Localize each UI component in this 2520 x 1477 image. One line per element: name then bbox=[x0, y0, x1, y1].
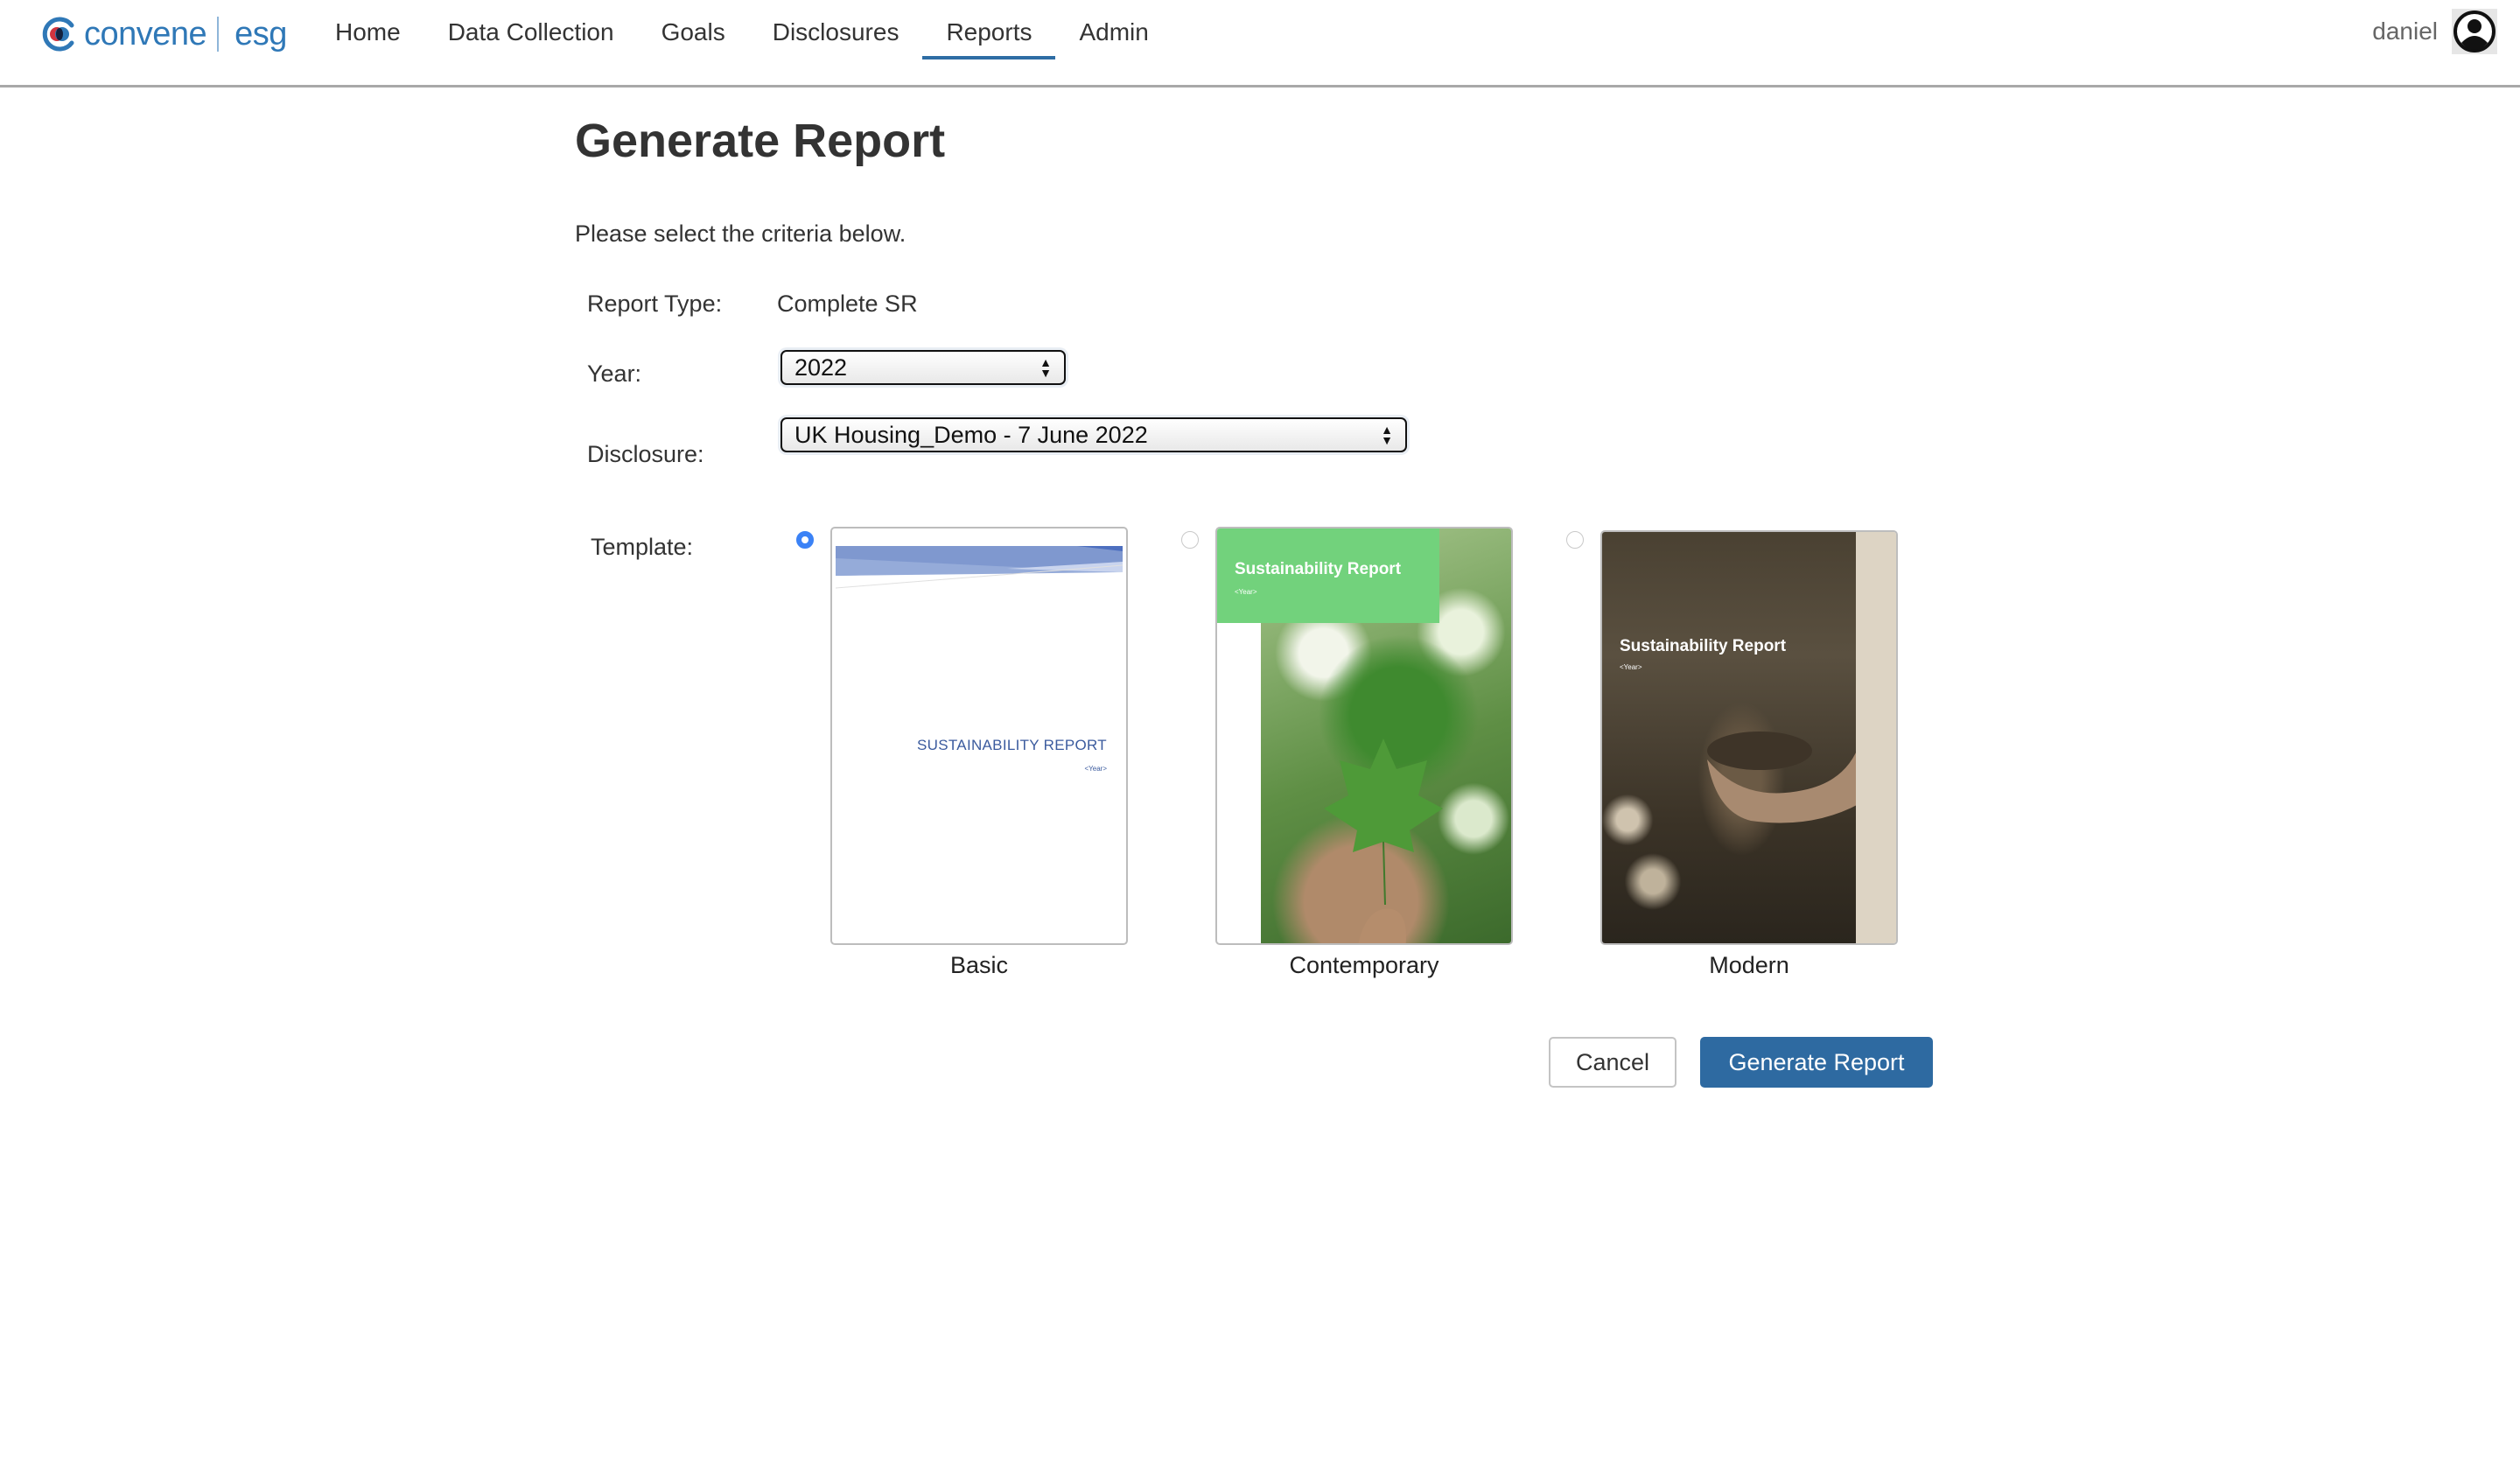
contemporary-title-band: Sustainability Report <Year> bbox=[1217, 528, 1439, 623]
nav-reports[interactable]: Reports bbox=[922, 7, 1056, 60]
logo-divider bbox=[217, 17, 220, 52]
disclosure-select-value: UK Housing_Demo - 7 June 2022 bbox=[794, 421, 1148, 448]
page-title: Generate Report bbox=[575, 115, 946, 167]
leaf-icon bbox=[1324, 738, 1443, 943]
app-logo[interactable]: convene esg bbox=[40, 12, 287, 56]
intro-text: Please select the criteria below. bbox=[575, 220, 906, 247]
year-select-value: 2022 bbox=[794, 354, 848, 381]
template-label: Template: bbox=[591, 534, 694, 560]
template-radio-modern[interactable] bbox=[1566, 531, 1584, 549]
template-caption-modern: Modern bbox=[1709, 952, 1789, 978]
template-card-basic[interactable]: SUSTAINABILITY REPORT <Year> bbox=[830, 527, 1128, 945]
report-type-value: Complete SR bbox=[777, 290, 918, 317]
disclosure-select[interactable]: UK Housing_Demo - 7 June 2022 ▲ ▼ bbox=[780, 417, 1407, 452]
modern-cover-title: Sustainability Report bbox=[1620, 637, 1787, 655]
logo-brand-text: convene bbox=[84, 15, 207, 52]
disclosure-label: Disclosure: bbox=[587, 441, 704, 467]
convene-logo-icon bbox=[42, 17, 74, 52]
user-circle-icon bbox=[2454, 10, 2496, 52]
user-name: daniel bbox=[2372, 18, 2438, 45]
year-label: Year: bbox=[587, 360, 642, 387]
template-radio-contemporary[interactable] bbox=[1181, 531, 1199, 549]
select-arrows-icon: ▲ ▼ bbox=[1381, 423, 1393, 447]
logo-product-text: esg bbox=[234, 15, 287, 52]
cancel-button[interactable]: Cancel bbox=[1549, 1037, 1676, 1088]
contemporary-cover-year: <Year> bbox=[1235, 588, 1257, 596]
template-radio-basic[interactable] bbox=[796, 531, 814, 549]
nav-goals[interactable]: Goals bbox=[638, 7, 749, 58]
nav-admin[interactable]: Admin bbox=[1055, 7, 1172, 58]
modern-side-strip bbox=[1856, 532, 1896, 943]
basic-cover-banner bbox=[835, 546, 1124, 589]
template-caption-contemporary: Contemporary bbox=[1289, 952, 1439, 978]
contemporary-cover-title: Sustainability Report bbox=[1235, 560, 1402, 578]
nav-home[interactable]: Home bbox=[312, 7, 424, 58]
report-type-label: Report Type: bbox=[587, 290, 723, 317]
main-nav: Home Data Collection Goals Disclosures R… bbox=[312, 0, 1172, 70]
avatar[interactable] bbox=[2452, 9, 2497, 54]
template-caption-basic: Basic bbox=[949, 952, 1009, 978]
template-card-modern[interactable]: Sustainability Report <Year> bbox=[1600, 530, 1898, 945]
nav-data-collection[interactable]: Data Collection bbox=[424, 7, 638, 58]
user-menu[interactable]: daniel bbox=[2372, 9, 2497, 54]
template-card-contemporary[interactable]: Sustainability Report <Year> bbox=[1215, 527, 1513, 945]
top-navigation-bar: convene esg Home Data Collection Goals D… bbox=[0, 0, 2520, 88]
basic-cover-year: <Year> bbox=[1084, 765, 1107, 773]
hands-with-soil-icon bbox=[1707, 732, 1860, 823]
basic-cover-title: SUSTAINABILITY REPORT bbox=[917, 737, 1107, 753]
select-arrows-icon: ▲ ▼ bbox=[1040, 355, 1052, 380]
modern-cover-year: <Year> bbox=[1620, 663, 1642, 671]
soil-hands-photo bbox=[1602, 532, 1860, 943]
generate-report-button[interactable]: Generate Report bbox=[1700, 1037, 1933, 1088]
year-select[interactable]: 2022 ▲ ▼ bbox=[780, 350, 1066, 385]
nav-disclosures[interactable]: Disclosures bbox=[749, 7, 923, 58]
